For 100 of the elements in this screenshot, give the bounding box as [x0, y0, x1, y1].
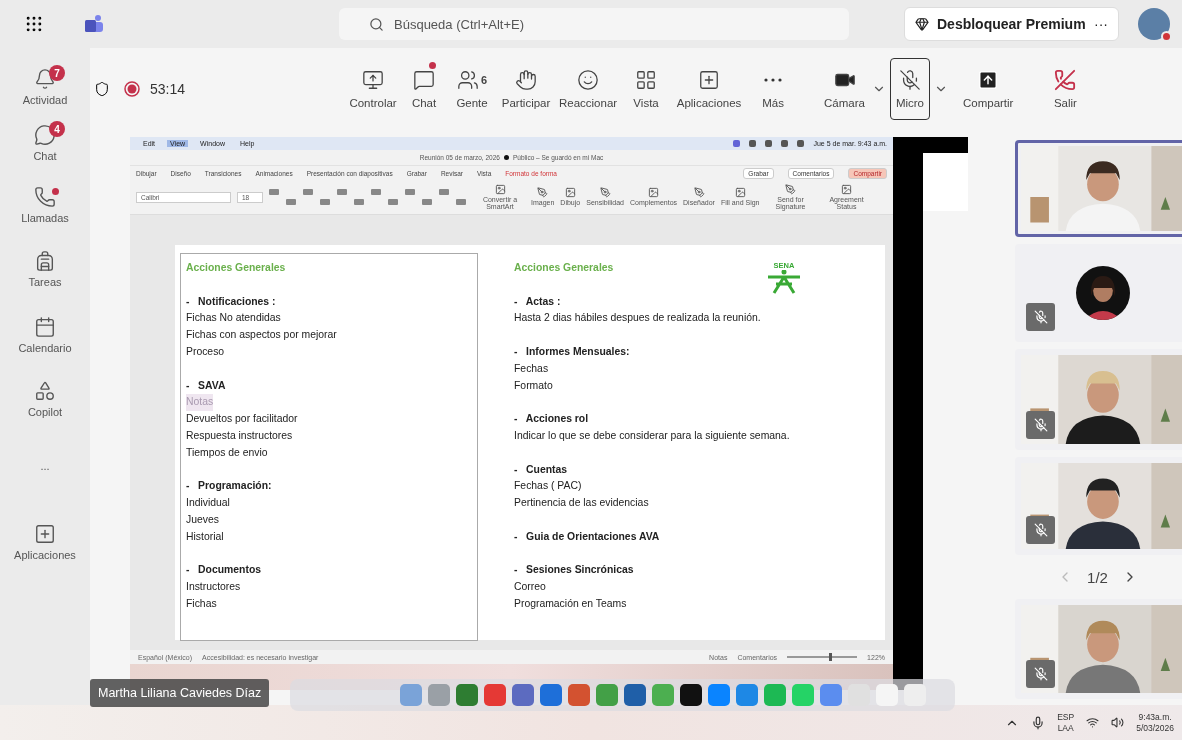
shield-icon — [94, 81, 110, 97]
microphone-icon — [1031, 715, 1046, 730]
plus-icon — [698, 69, 721, 91]
slide-heading: Acciones Generales — [186, 261, 286, 275]
image-icon — [841, 183, 852, 195]
slide-text: Fichas con aspectos por mejorar — [186, 328, 337, 343]
meeting-control[interactable]: Participar — [497, 58, 556, 120]
section-title: - Programación: — [186, 479, 273, 494]
more-icon — [764, 78, 783, 82]
participant-tile[interactable] — [1015, 140, 1182, 237]
notification-dot — [52, 188, 59, 195]
menu-bar — [923, 137, 968, 153]
page-indicator: 1/2 — [1087, 568, 1108, 586]
meeting-control[interactable]: Salir — [1038, 58, 1093, 120]
chat-icon — [413, 69, 436, 91]
slide-text: Programación en Teams — [514, 596, 627, 611]
rail-item[interactable]: Copilot — [5, 368, 85, 430]
slide-text: Individual — [186, 496, 230, 511]
pen-icon — [785, 183, 796, 195]
slide-text: Proceso — [186, 345, 225, 359]
hand-icon — [515, 69, 538, 91]
phone-icon — [34, 186, 56, 208]
section-title: - Guia de Orientaciones AVA — [514, 529, 661, 544]
selected-text-box[interactable] — [180, 253, 478, 641]
pen-icon — [537, 187, 549, 199]
slide-text: Tiempos de envio — [186, 445, 268, 460]
backpack-icon — [34, 250, 56, 272]
teams-logo-icon — [84, 14, 104, 34]
meeting-control[interactable]: Controlar — [345, 58, 402, 120]
image-icon — [564, 187, 576, 199]
app-grid-icon — [24, 14, 44, 34]
smile-icon — [577, 69, 600, 91]
slide-text: Instructores — [186, 580, 241, 595]
calendar-icon — [34, 316, 56, 338]
chat-icon — [34, 124, 56, 146]
hang-up-icon — [1054, 69, 1077, 91]
meeting-control[interactable]: Chat — [401, 58, 448, 120]
rail-item[interactable]: Chat 4 — [5, 112, 85, 174]
shapes-icon — [34, 380, 56, 402]
share-icon — [977, 69, 1000, 91]
slide-text: Respuesta instructores — [186, 428, 293, 443]
rail-item[interactable]: Aplicaciones — [5, 502, 85, 582]
slide-text: Notas — [186, 394, 214, 412]
slide-text: Indicar lo que se debe considerar para la siguiente semana. — [514, 428, 790, 443]
meeting-control[interactable]: 6 Gente — [447, 58, 498, 120]
slide-text: Formato — [514, 378, 553, 393]
window-fragment — [923, 153, 968, 211]
rail-item[interactable]: Calendario — [5, 302, 85, 368]
slide-text: Devueltos por facilitador — [186, 412, 298, 427]
meeting-control[interactable]: Reaccionar — [555, 58, 622, 120]
muted-icon — [1026, 411, 1055, 439]
zoom-slider-thumb[interactable] — [829, 653, 833, 661]
app-icon[interactable] — [680, 684, 702, 706]
speaker-icon — [1111, 716, 1125, 729]
rail-item[interactable]: Llamadas — [5, 174, 85, 236]
image-icon — [734, 187, 746, 199]
muted-icon — [1026, 660, 1055, 688]
section-title: - Cuentas — [514, 462, 569, 477]
taskbar-clock[interactable]: 9:43a.m. 5/03/2026 — [1136, 711, 1174, 734]
screen-icon — [362, 69, 385, 91]
muted-icon — [1026, 303, 1055, 331]
image-icon — [494, 183, 506, 195]
section-title: - SAVA — [186, 378, 227, 393]
section-title: - Notificaciones : — [186, 294, 277, 309]
section-title: - Sesiones Sincrónicas — [514, 563, 635, 578]
pen-icon — [693, 187, 705, 199]
microphone-muted-icon — [898, 69, 921, 91]
meeting-control[interactable]: Compartir — [959, 58, 1017, 120]
input-language[interactable]: ESP LAA — [1057, 711, 1075, 734]
rail-item[interactable]: ... — [5, 430, 85, 502]
slide-text: Correo — [514, 580, 546, 595]
search-field[interactable]: Búsqueda (Ctrl+Alt+E) — [339, 8, 849, 40]
meeting-control[interactable]: Aplicaciones — [671, 58, 748, 120]
people-icon — [457, 69, 479, 91]
formatting-tools-icon — [269, 186, 469, 208]
premium-button[interactable]: Desbloquear Premium ··· — [904, 7, 1119, 41]
grid-icon — [635, 69, 658, 91]
slide-text: Fechas ( PAC) — [514, 479, 582, 494]
user-avatar[interactable] — [1138, 8, 1170, 40]
slide-text: Fichas — [186, 596, 217, 611]
slide-text: Historial — [186, 529, 224, 544]
rail-item[interactable]: Tareas — [5, 236, 85, 302]
meeting-control[interactable]: Más — [747, 58, 800, 120]
section-title: - Acciones rol — [514, 412, 590, 427]
pen-icon — [599, 187, 611, 199]
meeting-control[interactable]: Cámara — [821, 58, 868, 120]
section-title: - Actas : — [514, 294, 562, 309]
slide-text: Jueves — [186, 512, 219, 527]
diamond-icon — [915, 17, 929, 31]
wifi-icon — [1086, 716, 1100, 729]
section-title: - Documentos — [186, 563, 263, 578]
rail-item[interactable]: Actividad 7 — [5, 62, 85, 112]
section-title: - Informes Mensuales: — [514, 345, 631, 359]
slide-text: Hasta 2 dias hábiles despues de realizada la reunión. — [514, 311, 761, 326]
image-icon — [648, 187, 659, 199]
meeting-timer: 53:14 — [150, 81, 186, 97]
meeting-control[interactable]: Micro — [889, 58, 930, 120]
meeting-control[interactable]: Vista — [621, 58, 672, 120]
muted-icon — [1026, 516, 1055, 544]
plus-icon — [34, 523, 56, 545]
